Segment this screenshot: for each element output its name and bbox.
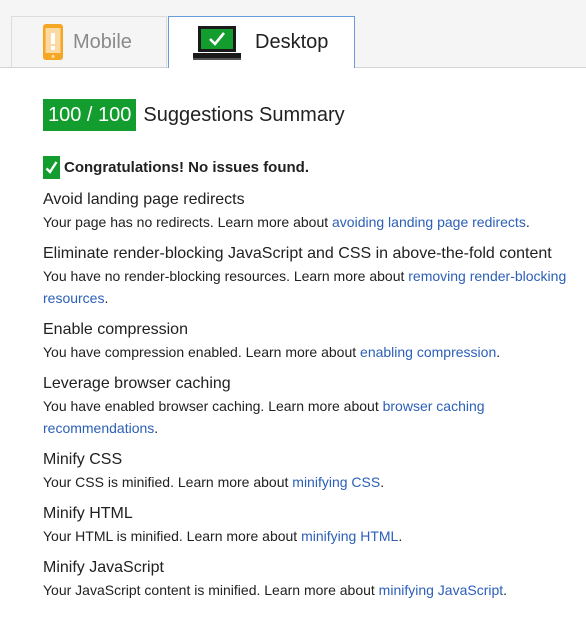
congrats-message: Congratulations! No issues found. (43, 155, 578, 179)
tab-desktop-label: Desktop (255, 31, 329, 53)
rule-item: Eliminate render-blocking JavaScript and… (43, 243, 578, 309)
rule-item: Minify HTML Your HTML is minified. Learn… (43, 503, 578, 547)
rule-description: You have no render-blocking resources. L… (43, 268, 567, 306)
congrats-text: Congratulations! No issues found. (64, 158, 310, 176)
check-icon (43, 155, 60, 179)
rule-description: You have enabled browser caching. Learn … (43, 398, 485, 436)
suggestions-summary-panel: 100 / 100 Suggestions Summary Congratula… (43, 99, 578, 601)
score-header: 100 / 100 Suggestions Summary (43, 99, 578, 131)
rule-description: Your page has no redirects. Learn more a… (43, 214, 530, 230)
learn-more-link[interactable]: enabling compression (360, 344, 496, 360)
laptop-check-icon (193, 25, 241, 60)
rule-item: Minify CSS Your CSS is minified. Learn m… (43, 449, 578, 493)
learn-more-link[interactable]: minifying CSS (292, 474, 380, 490)
rule-title: Minify JavaScript (43, 559, 164, 576)
rule-title: Avoid landing page redirects (43, 191, 245, 208)
rule-title: Minify CSS (43, 451, 123, 468)
mobile-phone-icon (43, 24, 63, 60)
learn-more-link[interactable]: minifying HTML (301, 528, 398, 544)
learn-more-link[interactable]: avoiding landing page redirects (332, 214, 526, 230)
rule-title: Eliminate render-blocking JavaScript and… (43, 245, 552, 262)
rule-item: Leverage browser caching You have enable… (43, 373, 578, 439)
summary-title: Suggestions Summary (143, 103, 345, 126)
rule-title: Enable compression (43, 321, 188, 338)
tab-desktop[interactable]: Desktop (168, 16, 355, 68)
rule-description: Your JavaScript content is minified. Lea… (43, 582, 508, 598)
tab-mobile[interactable]: Mobile (11, 16, 167, 67)
rule-item: Enable compression You have compression … (43, 319, 578, 363)
rule-title: Leverage browser caching (43, 375, 231, 392)
device-tab-bar: Mobile Desktop (0, 0, 586, 68)
rule-item: Avoid landing page redirects Your page h… (43, 189, 578, 233)
score-badge: 100 / 100 (43, 99, 137, 131)
rule-title: Minify HTML (43, 505, 133, 522)
tab-mobile-label: Mobile (73, 30, 132, 53)
rule-description: You have compression enabled. Learn more… (43, 344, 501, 360)
rule-description: Your CSS is minified. Learn more about m… (43, 474, 385, 490)
learn-more-link[interactable]: minifying JavaScript (379, 582, 504, 598)
rule-item: Minify JavaScript Your JavaScript conten… (43, 557, 578, 601)
rule-description: Your HTML is minified. Learn more about … (43, 528, 403, 544)
